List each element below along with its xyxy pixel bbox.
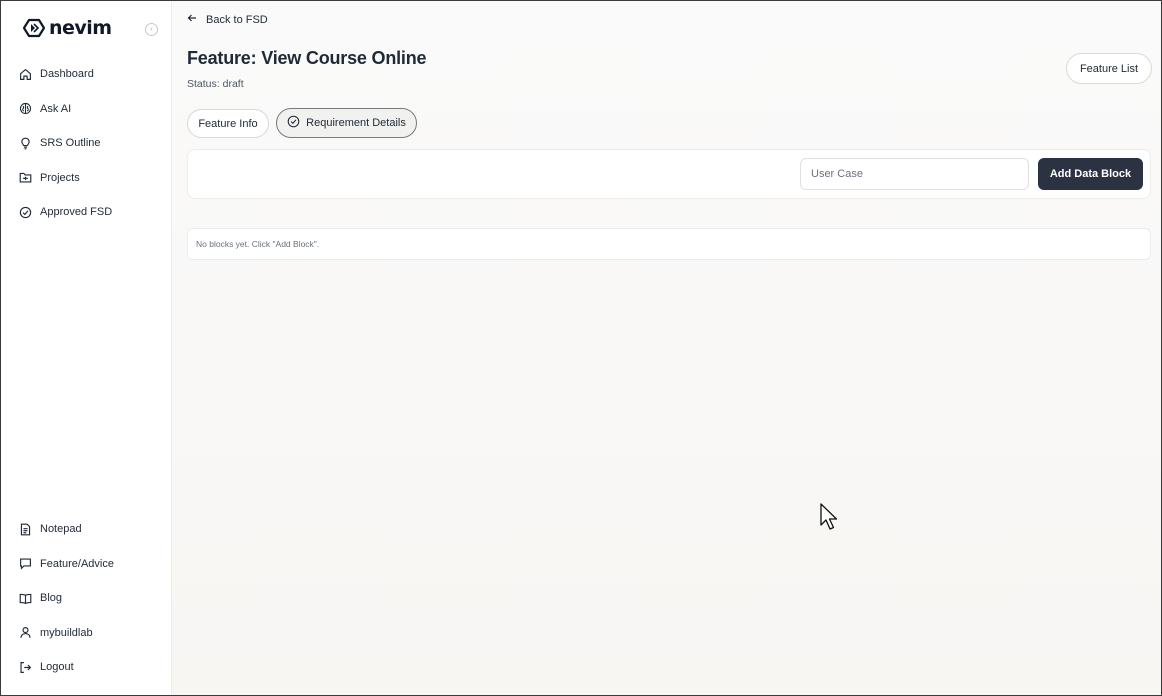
sidebar-item-ask-ai[interactable]: Ask AI [1, 96, 172, 122]
brain-icon [19, 102, 32, 115]
sidebar-item-feature-advice[interactable]: Feature/Advice [1, 551, 172, 577]
lightbulb-icon [19, 137, 32, 150]
main-content: Back to FSD Feature: View Course Online … [172, 1, 1161, 695]
home-icon [19, 68, 32, 81]
feature-list-button[interactable]: Feature List [1066, 53, 1152, 84]
check-circle-icon [19, 206, 32, 219]
sidebar-item-label: Approved FSD [40, 206, 113, 219]
document-icon [19, 523, 32, 536]
page-title: Feature: View Course Online [187, 48, 427, 68]
message-icon [19, 557, 32, 570]
folder-icon [19, 171, 32, 184]
empty-message: No blocks yet. Click "Add Block". [196, 239, 320, 249]
status-text: Status: draft [187, 78, 244, 90]
sidebar-nav-bottom: Notepad Feature/Advice Blog mybuildlab L… [1, 516, 172, 689]
blocks-empty-state: No blocks yet. Click "Add Block". [187, 228, 1151, 260]
app-window: nevim ‹ Dashboard Ask AI SRS Outline Pro… [0, 0, 1162, 696]
sidebar-item-label: Projects [40, 171, 80, 184]
mouse-cursor-icon [820, 503, 840, 536]
check-circle-icon [287, 115, 300, 131]
block-toolbar: Add Data Block [187, 149, 1151, 199]
sidebar-nav-top: Dashboard Ask AI SRS Outline Projects Ap… [1, 61, 172, 234]
sidebar-item-label: Blog [40, 592, 63, 605]
sidebar-item-label: Dashboard [40, 68, 94, 80]
sidebar-item-label: Logout [40, 661, 74, 674]
logo-icon [23, 18, 45, 38]
sidebar-item-label: Ask AI [40, 102, 72, 115]
logo-text: nevim [49, 17, 112, 39]
sidebar-item-label: SRS Outline [40, 137, 101, 150]
add-data-block-button[interactable]: Add Data Block [1038, 158, 1143, 190]
book-icon [19, 592, 32, 605]
back-link-label: Back to FSD [206, 13, 268, 26]
sidebar-item-notepad[interactable]: Notepad [1, 516, 172, 542]
arrow-left-icon [187, 13, 197, 26]
user-case-input[interactable] [800, 158, 1029, 190]
sidebar-item-label: Notepad [40, 523, 82, 535]
collapse-sidebar-button[interactable]: ‹ [145, 23, 158, 36]
sidebar-item-label: Feature/Advice [40, 557, 114, 570]
sidebar-item-label: mybuildlab [40, 626, 93, 639]
chevron-left-icon: ‹ [150, 26, 153, 33]
sidebar-item-projects[interactable]: Projects [1, 165, 172, 191]
tab-requirement-details[interactable]: Requirement Details [276, 108, 417, 138]
sidebar-item-srs-outline[interactable]: SRS Outline [1, 130, 172, 156]
sidebar-item-logout[interactable]: Logout [1, 654, 172, 680]
tab-feature-info[interactable]: Feature Info [187, 109, 269, 138]
user-icon [19, 626, 32, 639]
sidebar-item-blog[interactable]: Blog [1, 585, 172, 611]
logout-icon [19, 661, 32, 674]
sidebar-item-dashboard[interactable]: Dashboard [1, 61, 172, 87]
tab-label: Requirement Details [306, 117, 406, 129]
sidebar-item-approved-fsd[interactable]: Approved FSD [1, 199, 172, 225]
sidebar-item-mybuildlab[interactable]: mybuildlab [1, 620, 172, 646]
back-to-fsd-link[interactable]: Back to FSD [187, 13, 268, 26]
logo[interactable]: nevim [23, 16, 112, 40]
sidebar: nevim ‹ Dashboard Ask AI SRS Outline Pro… [1, 1, 172, 695]
